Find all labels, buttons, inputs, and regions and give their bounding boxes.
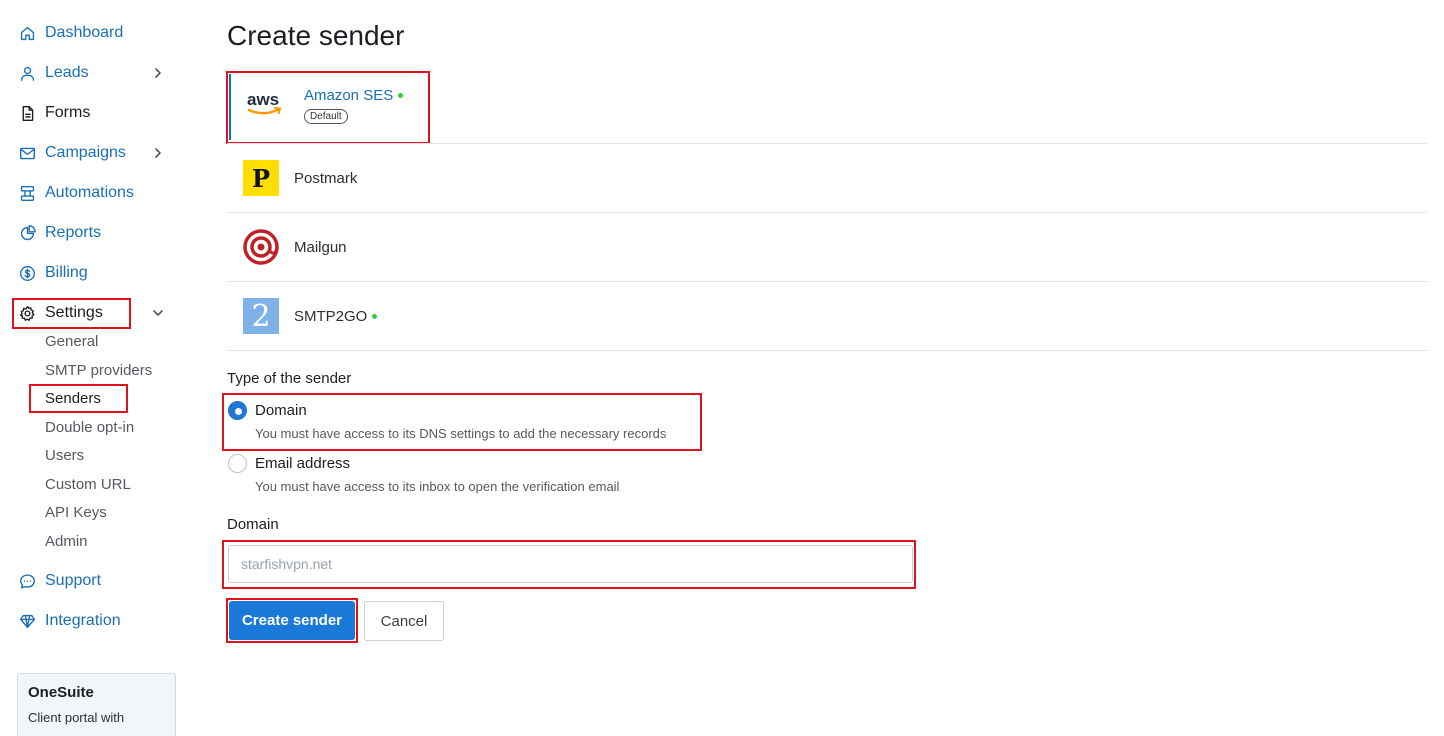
settings-sub-custom-url[interactable]: Custom URL <box>45 476 131 493</box>
divider <box>227 350 1427 351</box>
promo-title: OneSuite <box>28 684 94 701</box>
pie-chart-icon <box>18 224 36 242</box>
radio-domain-help: You must have access to its DNS settings… <box>255 426 667 441</box>
radio-email-address[interactable] <box>228 454 247 473</box>
promo-card[interactable]: OneSuite Client portal with <box>17 673 176 736</box>
chevron-right-icon[interactable] <box>152 147 164 159</box>
automation-icon <box>18 184 36 202</box>
sidebar-item-label: Forms <box>45 104 91 121</box>
settings-sub-senders[interactable]: Senders <box>45 390 101 407</box>
sidebar-item-label: Settings <box>45 304 103 321</box>
home-icon <box>18 24 36 42</box>
settings-sub-users[interactable]: Users <box>45 447 84 464</box>
divider <box>227 212 1427 213</box>
sidebar-item-billing[interactable]: Billing <box>18 262 88 284</box>
provider-name: Mailgun <box>294 238 347 256</box>
provider-smtp2go[interactable]: 2 SMTP2GO <box>227 298 1427 334</box>
svg-text:aws: aws <box>247 90 279 109</box>
provider-name: Postmark <box>294 169 358 187</box>
smtp2go-logo-icon: 2 <box>243 298 279 334</box>
document-icon <box>18 104 36 122</box>
aws-logo-icon: aws <box>246 88 304 123</box>
selected-indicator <box>229 74 231 140</box>
radio-domain[interactable] <box>228 401 247 420</box>
chevron-down-icon[interactable] <box>152 307 164 319</box>
user-icon <box>18 64 36 82</box>
chevron-right-icon[interactable] <box>152 67 164 79</box>
dollar-icon <box>18 264 36 282</box>
diamond-icon <box>18 612 36 630</box>
domain-input[interactable] <box>228 545 913 583</box>
provider-postmark[interactable]: P Postmark <box>227 160 1427 196</box>
provider-mailgun[interactable]: Mailgun <box>227 228 1427 266</box>
sidebar-item-label: Dashboard <box>45 24 124 41</box>
sidebar-item-campaigns[interactable]: Campaigns <box>18 142 126 164</box>
mailgun-logo-icon <box>242 228 280 266</box>
sidebar-item-forms[interactable]: Forms <box>18 102 90 124</box>
gear-icon <box>18 304 36 322</box>
default-badge: Default <box>304 108 348 124</box>
sidebar-item-label: Leads <box>45 64 89 81</box>
sidebar: Dashboard Leads Forms Campaigns Automati… <box>0 0 200 736</box>
page-title: Create sender <box>227 20 405 51</box>
domain-label: Domain <box>227 516 279 533</box>
provider-amazon-ses[interactable]: aws Amazon SES Default <box>227 82 1427 128</box>
sidebar-item-integration[interactable]: Integration <box>18 610 121 632</box>
sidebar-item-leads[interactable]: Leads <box>18 62 89 84</box>
sidebar-item-settings[interactable]: Settings <box>18 302 103 324</box>
envelope-icon <box>18 144 36 162</box>
radio-email-address-label[interactable]: Email address <box>255 455 350 472</box>
sidebar-item-label: Support <box>45 572 102 589</box>
divider <box>227 281 1427 282</box>
radio-domain-label[interactable]: Domain <box>255 402 307 419</box>
radio-email-address-help: You must have access to its inbox to ope… <box>255 479 620 494</box>
provider-info: Amazon SES Default <box>304 86 404 124</box>
sidebar-item-automations[interactable]: Automations <box>18 182 134 204</box>
promo-text: Client portal with <box>28 710 125 725</box>
sender-type-label: Type of the sender <box>227 370 352 387</box>
create-sender-button[interactable]: Create sender <box>229 601 355 640</box>
sidebar-item-label: Reports <box>45 224 102 241</box>
settings-sub-double-opt-in[interactable]: Double opt-in <box>45 419 134 436</box>
sidebar-item-reports[interactable]: Reports <box>18 222 101 244</box>
settings-sub-api-keys[interactable]: API Keys <box>45 504 107 521</box>
postmark-logo-icon: P <box>243 160 279 196</box>
sidebar-item-label: Billing <box>45 264 88 281</box>
provider-name: SMTP2GO <box>294 307 368 325</box>
settings-sub-general[interactable]: General <box>45 333 98 350</box>
sidebar-item-dashboard[interactable]: Dashboard <box>18 22 123 44</box>
settings-sub-admin[interactable]: Admin <box>45 533 88 550</box>
chat-bubble-icon <box>18 572 36 590</box>
sidebar-item-label: Campaigns <box>45 144 126 161</box>
settings-sub-smtp-providers[interactable]: SMTP providers <box>45 362 152 379</box>
status-dot <box>398 92 404 98</box>
sidebar-item-label: Integration <box>45 612 121 629</box>
provider-name: Amazon SES <box>304 86 394 104</box>
status-dot <box>372 313 378 319</box>
sidebar-item-label: Automations <box>45 184 134 201</box>
sidebar-item-support[interactable]: Support <box>18 570 101 592</box>
divider <box>227 143 1427 144</box>
cancel-button[interactable]: Cancel <box>364 601 444 641</box>
